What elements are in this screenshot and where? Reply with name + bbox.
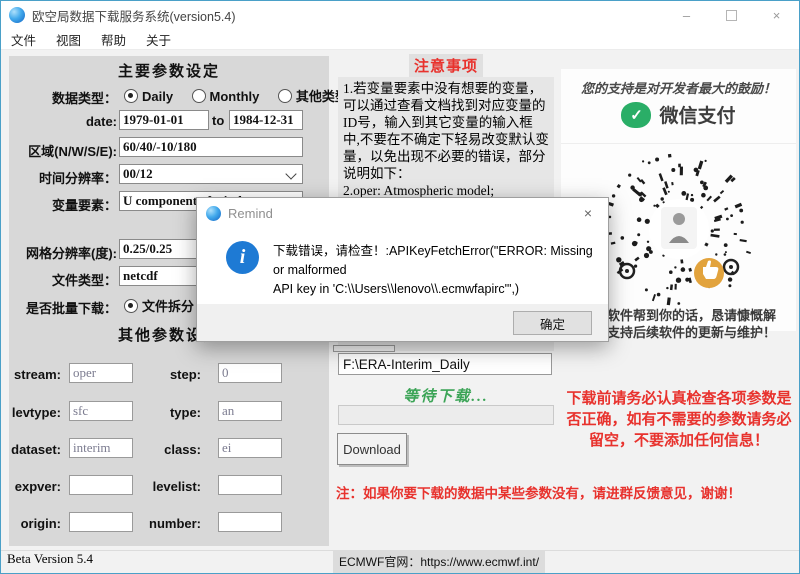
levtype-label: levtype: (9, 405, 61, 420)
dataset-label: dataset: (9, 442, 61, 457)
window-title: 欧空局数据下载服务系统(version5.4) (32, 6, 236, 25)
info-icon: i (226, 241, 259, 274)
levelist-input[interactable] (218, 475, 282, 495)
origin-label: origin: (9, 516, 61, 531)
wechat-pay-logo: ✓ 微信支付 (561, 101, 796, 128)
wechat-icon: ✓ (621, 102, 651, 128)
ok-button[interactable]: 确定 (513, 311, 592, 335)
radio-file-split-label: 文件拆分 (142, 299, 194, 314)
menu-view[interactable]: 视图 (46, 30, 91, 49)
notice-body: 1.若变量要素中没有想要的变量，可以通过查看文档找到对应变量的ID号，输入到其它… (343, 80, 549, 182)
status-bar: Beta Version 5.4 ECMWF官网：https://www.ecm… (1, 550, 799, 573)
notice-title: 注意事项 (338, 54, 554, 77)
support-slogan: 您的支持是对开发者最大的鼓励！ (561, 78, 796, 97)
radio-daily-label: Daily (142, 89, 173, 104)
type-label: type: (147, 405, 201, 420)
radio-monthly[interactable] (192, 89, 206, 103)
dialog-title-bar: Remind × (197, 198, 608, 228)
menu-help[interactable]: 帮助 (91, 30, 136, 49)
date-to-input[interactable] (229, 110, 303, 130)
step-input[interactable] (218, 363, 282, 383)
app-logo-icon (206, 206, 221, 221)
levelist-label: levelist: (147, 479, 201, 494)
close-button[interactable]: × (754, 1, 799, 29)
step-label: step: (147, 367, 201, 382)
number-label: number: (147, 516, 201, 531)
grid-res-label: 网格分辨率(度): (9, 243, 117, 262)
download-button[interactable]: Download (337, 433, 407, 465)
dialog-footer: 确定 (197, 304, 608, 341)
file-type-value: netcdf (120, 268, 158, 284)
version-status: Beta Version 5.4 (7, 551, 93, 567)
region-input[interactable] (119, 137, 303, 157)
origin-input[interactable] (69, 512, 133, 532)
radio-file-split[interactable] (124, 299, 138, 313)
app-window: 欧空局数据下载服务系统(version5.4) – × 文件 视图 帮助 关于 … (0, 0, 800, 574)
menu-bar: 文件 视图 帮助 关于 (1, 29, 799, 50)
wechat-pay-label: 微信支付 (659, 101, 735, 128)
dialog-message: 下载错误，请检查！:APIKeyFetchError("ERROR: Missi… (273, 242, 598, 299)
expver-input[interactable] (69, 475, 133, 495)
batch-label: 是否批量下载： (9, 298, 117, 317)
divider (561, 143, 796, 144)
maximize-icon (726, 10, 737, 21)
feedback-note: 注：如果你要下载的数据中某些参数没有，请进群反馈意见，谢谢！ (336, 482, 798, 502)
data-type-label: 数据类型： (9, 88, 117, 107)
dataset-input[interactable] (69, 438, 133, 458)
chevron-down-icon (285, 168, 296, 179)
class-label: class: (147, 442, 201, 457)
time-res-label: 时间分辨率： (9, 168, 117, 187)
radio-other-type[interactable] (278, 89, 292, 103)
radio-monthly-label: Monthly (210, 89, 260, 104)
warning-text: 下载前请务必认真检查各项参数是否正确，如有不需要的参数请务必留空，不要添加任何信… (563, 389, 795, 452)
partial-hidden-button[interactable] (333, 345, 395, 352)
dialog-close-button[interactable]: × (568, 205, 608, 221)
stream-label: stream: (9, 367, 61, 382)
menu-about[interactable]: 关于 (136, 30, 181, 49)
date-label: date: (9, 114, 117, 129)
type-input[interactable] (218, 401, 282, 421)
time-res-select[interactable]: 00/12 (119, 164, 303, 184)
time-res-value: 00/12 (120, 166, 153, 182)
qr-code (599, 151, 759, 311)
file-type-label: 文件类型： (9, 270, 117, 289)
date-to-word: to (212, 113, 224, 128)
main-params-title: 主要参数设定 (9, 60, 329, 81)
number-input[interactable] (218, 512, 282, 532)
levtype-input[interactable] (69, 401, 133, 421)
remind-dialog: Remind × i 下载错误，请检查！:APIKeyFetchError("E… (196, 197, 609, 342)
maximize-button[interactable] (709, 1, 754, 29)
waiting-status: 等待下载... (338, 385, 554, 406)
class-input[interactable] (218, 438, 282, 458)
radio-daily[interactable] (124, 89, 138, 103)
qr-code-icon (599, 151, 759, 311)
title-bar: 欧空局数据下载服务系统(version5.4) – × (1, 1, 799, 29)
menu-file[interactable]: 文件 (1, 30, 46, 49)
stream-input[interactable] (69, 363, 133, 383)
region-label: 区域(N/W/S/E): (9, 141, 117, 160)
dialog-title: Remind (228, 206, 273, 221)
variable-label: 变量要素： (9, 195, 117, 214)
ecmwf-link[interactable]: ECMWF官网：https://www.ecmwf.int/ (333, 551, 545, 573)
app-logo-icon (9, 7, 25, 23)
expver-label: expver: (9, 479, 61, 494)
download-path-input[interactable] (338, 353, 552, 375)
grid-res-value: 0.25/0.25 (120, 241, 172, 257)
date-from-input[interactable] (119, 110, 209, 130)
progress-bar (338, 405, 554, 425)
minimize-button[interactable]: – (664, 1, 709, 29)
